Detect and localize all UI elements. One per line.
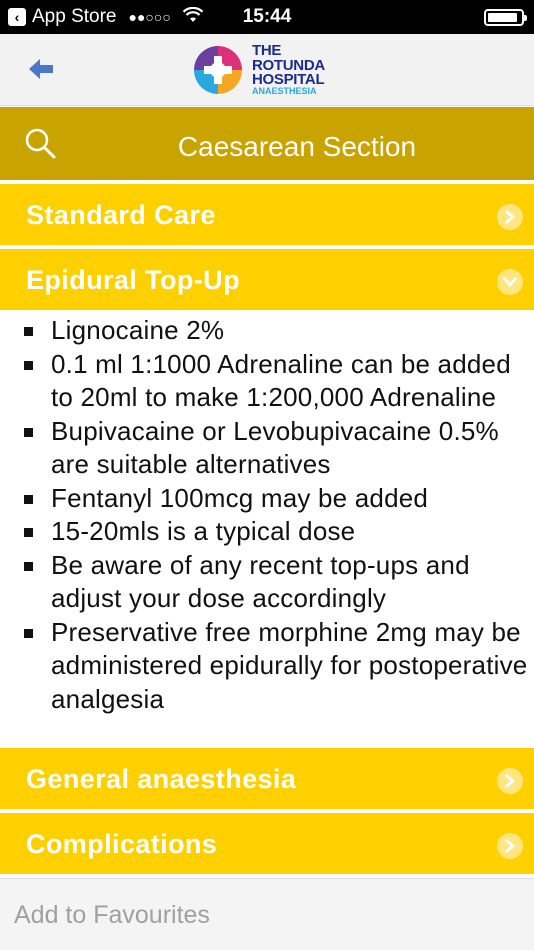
list-item: 15-20mls is a typical dose bbox=[24, 515, 528, 549]
signal-icon: ●●○○○ bbox=[128, 9, 171, 25]
navigation-bar: THE ROTUNDA HOSPITAL ANAESTHESIA bbox=[0, 34, 534, 106]
section-title: Standard Care bbox=[26, 200, 216, 230]
chevron-down-icon bbox=[497, 269, 523, 295]
list-item: Fentanyl 100mcg may be added bbox=[24, 482, 528, 516]
back-arrow-icon[interactable] bbox=[26, 54, 56, 84]
section-complications[interactable]: Complications bbox=[0, 813, 534, 876]
back-to-app-label[interactable]: App Store bbox=[32, 6, 117, 28]
bottom-bar: Add to Favourites bbox=[0, 878, 534, 950]
list-item: 0.1 ml 1:1000 Adrenaline can be added to… bbox=[24, 348, 528, 415]
chevron-right-icon bbox=[497, 833, 523, 859]
section-title: Epidural Top-Up bbox=[26, 265, 240, 295]
clock: 15:44 bbox=[242, 6, 292, 27]
title-header: Caesarean Section bbox=[0, 107, 534, 182]
list-item: Be aware of any recent top-ups and adjus… bbox=[24, 549, 528, 616]
epidural-list: Lignocaine 2% 0.1 ml 1:1000 Adrenaline c… bbox=[0, 312, 534, 716]
battery-icon bbox=[484, 9, 527, 26]
status-left: ‹ App Store ●●○○○ bbox=[8, 0, 204, 34]
page-title: Caesarean Section bbox=[177, 131, 417, 162]
chevron-right-icon bbox=[497, 768, 523, 794]
logo-line-3: HOSPITAL bbox=[252, 70, 325, 88]
add-to-favourites-button[interactable]: Add to Favourites bbox=[14, 901, 210, 930]
list-item: Lignocaine 2% bbox=[24, 314, 528, 348]
list-item: Preservative free morphine 2mg may be ad… bbox=[24, 616, 528, 717]
battery-level bbox=[488, 13, 517, 22]
section-title: Complications bbox=[26, 829, 218, 859]
epidural-content: Lignocaine 2% 0.1 ml 1:1000 Adrenaline c… bbox=[0, 312, 534, 746]
back-to-app-icon[interactable]: ‹ bbox=[8, 8, 26, 26]
chevron-right-icon bbox=[497, 204, 523, 230]
status-bar: ‹ App Store ●●○○○ 15:44 bbox=[0, 0, 534, 34]
logo-emblem-icon bbox=[194, 46, 242, 94]
wifi-icon bbox=[182, 6, 204, 28]
section-title: General anaesthesia bbox=[26, 764, 297, 794]
logo-text: THE ROTUNDA HOSPITAL ANAESTHESIA bbox=[252, 43, 325, 97]
list-item: Bupivacaine or Levobupivacaine 0.5% are … bbox=[24, 415, 528, 482]
search-icon[interactable] bbox=[24, 127, 58, 161]
section-standard-care[interactable]: Standard Care bbox=[0, 184, 534, 247]
logo-subtitle: ANAESTHESIA bbox=[252, 86, 317, 97]
section-epidural-top-up[interactable]: Epidural Top-Up bbox=[0, 249, 534, 312]
section-general-anaesthesia[interactable]: General anaesthesia bbox=[0, 748, 534, 811]
rotunda-logo: THE ROTUNDA HOSPITAL ANAESTHESIA bbox=[190, 40, 350, 100]
